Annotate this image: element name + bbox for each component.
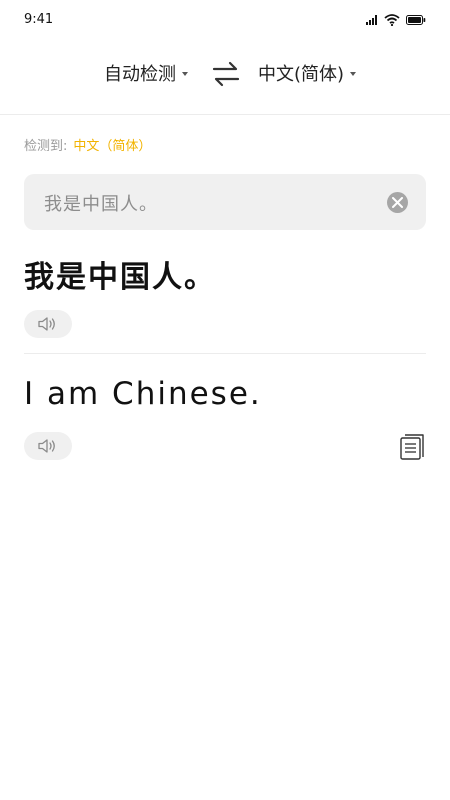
speaker-icon bbox=[38, 317, 55, 331]
signal-icon bbox=[366, 15, 377, 25]
play-source-audio-button[interactable] bbox=[24, 310, 72, 338]
clear-circle-icon bbox=[392, 197, 403, 208]
header-divider bbox=[0, 114, 450, 115]
caret-down-icon bbox=[350, 72, 357, 76]
caret-down-icon bbox=[182, 72, 188, 76]
source-text-display: 我是中国人。 bbox=[24, 260, 216, 295]
source-language-label: 自动检测 bbox=[104, 64, 176, 85]
target-language-label: 中文(简体) bbox=[258, 64, 345, 85]
play-translation-audio-button[interactable] bbox=[24, 432, 72, 460]
detected-label: 检测到: bbox=[24, 139, 68, 154]
status-bar: 9:41 bbox=[0, 0, 450, 40]
detected-language: 中文（简体） bbox=[73, 139, 152, 154]
copy-document-icon bbox=[400, 434, 424, 460]
battery-icon bbox=[406, 15, 426, 25]
wifi-icon bbox=[384, 14, 400, 26]
translation-text: I am Chinese. bbox=[24, 376, 262, 412]
swap-arrows-icon bbox=[212, 61, 240, 87]
swap-languages-button[interactable] bbox=[211, 60, 241, 88]
detected-language-row: 检测到: 中文（简体） bbox=[24, 135, 151, 154]
language-bar: 自动检测 中文(简体) bbox=[0, 52, 450, 96]
source-language-selector[interactable]: 自动检测 bbox=[104, 60, 188, 86]
speaker-icon bbox=[38, 439, 55, 453]
result-divider bbox=[24, 353, 426, 354]
status-icons bbox=[366, 14, 426, 26]
status-time: 9:41 bbox=[24, 12, 54, 27]
source-input-text[interactable]: 我是中国人。 bbox=[44, 190, 158, 216]
target-language-selector[interactable]: 中文(简体) bbox=[258, 60, 357, 86]
source-input-box[interactable]: 我是中国人。 bbox=[24, 174, 426, 230]
clear-input-button[interactable] bbox=[387, 192, 408, 213]
copy-translation-button[interactable] bbox=[398, 432, 426, 462]
